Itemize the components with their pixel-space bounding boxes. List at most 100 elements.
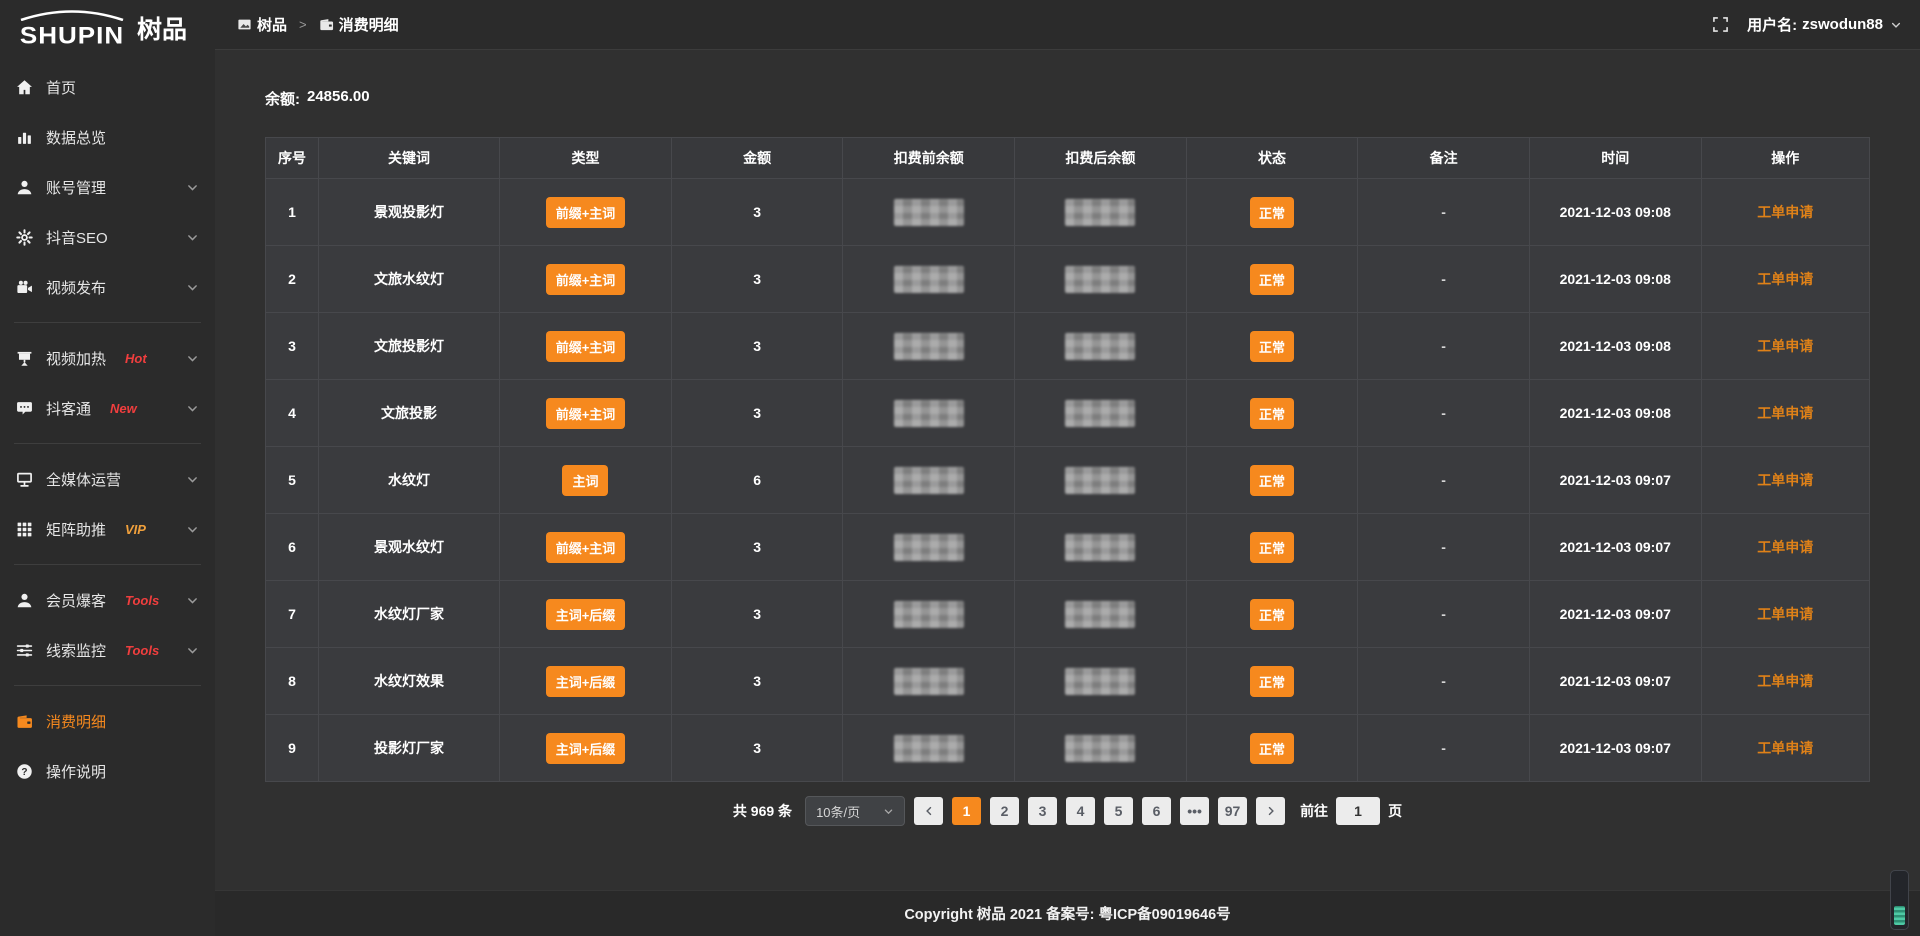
goto-suffix: 页	[1388, 801, 1402, 821]
cell-value: 2021-12-03 09:07	[1560, 673, 1671, 689]
cell-index: 4	[266, 380, 319, 447]
type-badge: 主词+后缀	[546, 733, 626, 764]
scroll-widget[interactable]	[1890, 870, 1909, 930]
cell-value: -	[1441, 606, 1446, 622]
sidebar-item-tag: Tools	[125, 643, 159, 658]
redacted-value	[894, 467, 964, 494]
sliders-icon	[16, 642, 33, 659]
sidebar-item-matrix-boost[interactable]: 矩阵助推VIP	[0, 504, 215, 554]
cell-type: 前缀+主词	[500, 380, 672, 447]
cell-status: 正常	[1186, 581, 1358, 648]
cell-index: 2	[266, 246, 319, 313]
redacted-value	[894, 199, 964, 226]
work-order-link[interactable]: 工单申请	[1757, 606, 1813, 622]
sidebar-item-video-heat[interactable]: 视频加热Hot	[0, 333, 215, 383]
breadcrumb-item-home[interactable]: 树品	[237, 14, 287, 35]
cell-value: 9	[288, 740, 296, 756]
wallet-icon	[16, 713, 33, 730]
cell-status: 正常	[1186, 514, 1358, 581]
page-button-97[interactable]: 97	[1218, 797, 1247, 825]
status-badge: 正常	[1250, 733, 1294, 764]
page-button-5[interactable]: 5	[1104, 797, 1133, 825]
pagination: 共 969 条 10条/页 123456•••97 前往 页	[265, 796, 1870, 826]
sidebar-item-consumption[interactable]: 消费明细	[0, 696, 215, 746]
table-row: 7水纹灯厂家主词+后缀3正常-2021-12-03 09:07工单申请	[266, 581, 1870, 648]
cell-balance-after	[1015, 715, 1187, 782]
cell-value: -	[1441, 673, 1446, 689]
cell-value: 2021-12-03 09:08	[1560, 271, 1671, 287]
chevron-down-icon	[186, 644, 199, 657]
next-page-button[interactable]	[1256, 797, 1285, 825]
cell-balance-after	[1015, 380, 1187, 447]
question-icon: ?	[16, 763, 33, 780]
app-icon	[237, 17, 252, 32]
sidebar-item-douyin-seo[interactable]: 抖音SEO	[0, 212, 215, 262]
page-size-select[interactable]: 10条/页	[805, 796, 905, 826]
cell-value: 文旅水纹灯	[374, 271, 444, 287]
sidebar-item-account[interactable]: 账号管理	[0, 162, 215, 212]
sidebar-item-member-boom[interactable]: 会员爆客Tools	[0, 575, 215, 625]
page-button-4[interactable]: 4	[1066, 797, 1095, 825]
status-badge: 正常	[1250, 666, 1294, 697]
cell-value: 水纹灯效果	[374, 673, 444, 689]
page-button-6[interactable]: 6	[1142, 797, 1171, 825]
goto-page-input[interactable]	[1336, 797, 1380, 825]
cell-keyword: 水纹灯厂家	[318, 581, 499, 648]
user-menu[interactable]: 用户名: zswodun88	[1747, 14, 1902, 35]
work-order-link[interactable]: 工单申请	[1757, 338, 1813, 354]
table-row: 2文旅水纹灯前缀+主词3正常-2021-12-03 09:08工单申请	[266, 246, 1870, 313]
chevron-down-icon	[1890, 19, 1902, 31]
cell-value: -	[1441, 204, 1446, 220]
status-badge: 正常	[1250, 532, 1294, 563]
header-right: 用户名: zswodun88	[1712, 14, 1902, 35]
cell-value: -	[1441, 338, 1446, 354]
page-button-3[interactable]: 3	[1028, 797, 1057, 825]
cell-value: 2021-12-03 09:08	[1560, 338, 1671, 354]
chevron-right-icon	[1265, 805, 1277, 817]
cell-amount: 3	[671, 648, 843, 715]
cell-time: 2021-12-03 09:08	[1529, 380, 1701, 447]
cell-type: 前缀+主词	[500, 514, 672, 581]
page-ellipsis-button[interactable]: •••	[1180, 797, 1209, 825]
cell-balance-before	[843, 715, 1015, 782]
grid-icon	[16, 521, 33, 538]
status-badge: 正常	[1250, 331, 1294, 362]
sidebar-item-data-overview[interactable]: 数据总览	[0, 112, 215, 162]
cell-value: 2	[288, 271, 296, 287]
sidebar-item-help[interactable]: ?操作说明	[0, 746, 215, 796]
sidebar-item-clue-monitor[interactable]: 线索监控Tools	[0, 625, 215, 675]
gear-icon	[16, 229, 33, 246]
work-order-link[interactable]: 工单申请	[1757, 539, 1813, 555]
table-row: 8水纹灯效果主词+后缀3正常-2021-12-03 09:07工单申请	[266, 648, 1870, 715]
page-button-1[interactable]: 1	[952, 797, 981, 825]
prev-page-button[interactable]	[914, 797, 943, 825]
sidebar-item-home[interactable]: 首页	[0, 62, 215, 112]
cell-balance-after	[1015, 179, 1187, 246]
sidebar-item-media-ops[interactable]: 全媒体运营	[0, 454, 215, 504]
work-order-link[interactable]: 工单申请	[1757, 271, 1813, 287]
cell-action: 工单申请	[1701, 581, 1869, 648]
sidebar-item-douketong[interactable]: 抖客通New	[0, 383, 215, 433]
work-order-link[interactable]: 工单申请	[1757, 740, 1813, 756]
fullscreen-icon[interactable]	[1712, 16, 1729, 33]
brand-logo[interactable]: SHUPIN 树品	[0, 0, 215, 58]
work-order-link[interactable]: 工单申请	[1757, 673, 1813, 689]
cell-amount: 3	[671, 246, 843, 313]
table-row: 1景观投影灯前缀+主词3正常-2021-12-03 09:08工单申请	[266, 179, 1870, 246]
work-order-link[interactable]: 工单申请	[1757, 472, 1813, 488]
work-order-link[interactable]: 工单申请	[1757, 405, 1813, 421]
chat-icon	[16, 400, 33, 417]
cell-value: 7	[288, 606, 296, 622]
cell-value: 水纹灯	[388, 472, 430, 488]
page-button-2[interactable]: 2	[990, 797, 1019, 825]
username-label: 用户名:	[1747, 14, 1797, 35]
wallet-icon	[319, 17, 334, 32]
sidebar-item-video-publish[interactable]: 视频发布	[0, 262, 215, 312]
breadcrumb-item-current[interactable]: 消费明细	[319, 14, 399, 35]
balance-label: 余额:	[265, 88, 300, 109]
cell-value: 4	[288, 405, 296, 421]
balance-value: 24856.00	[307, 88, 370, 109]
main-content: 余额: 24856.00 序号关键词类型金额扣费前余额扣费后余额状态备注时间操作…	[215, 50, 1920, 890]
cell-value: 6	[288, 539, 296, 555]
work-order-link[interactable]: 工单申请	[1757, 204, 1813, 220]
